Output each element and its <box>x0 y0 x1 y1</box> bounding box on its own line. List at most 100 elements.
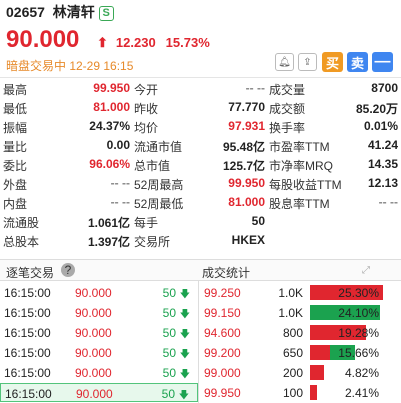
tick-volume: 50 <box>162 346 176 360</box>
tick-row: 16:15:00 90.000 50 🡇 <box>0 283 198 302</box>
tick-time: 16:15:00 <box>4 346 51 360</box>
sell-button[interactable]: 卖 <box>347 52 368 72</box>
tick-volume: 50 <box>162 366 176 380</box>
quote-row: 委比 96.06% 总市值 125.7亿 市净率MRQ 14.35 <box>0 155 401 173</box>
quote-label: 今开 <box>134 83 159 97</box>
quote-label: 总市值 <box>134 159 171 173</box>
tick-price: 90.000 <box>76 387 113 401</box>
quote-value: -- -- <box>378 195 398 209</box>
tick-price: 90.000 <box>75 286 112 300</box>
quote-label: 流通市值 <box>134 140 183 154</box>
down-arrow-icon: 🡇 <box>179 289 190 300</box>
quote-value: -- -- <box>110 176 130 190</box>
alert-bell-icon[interactable]: 🔔︎ <box>275 53 294 71</box>
panel-divider <box>198 281 199 403</box>
ticks-title[interactable]: 逐笔交易 <box>6 264 54 281</box>
s-badge-icon[interactable]: S <box>98 6 114 21</box>
tick-time: 16:15:00 <box>5 387 52 401</box>
tick-volume: 50 <box>161 387 175 401</box>
quote-value: 85.20万 <box>355 102 398 116</box>
quote-value: 81.000 <box>93 100 130 114</box>
tick-price: 90.000 <box>75 306 112 320</box>
tick-row: 16:15:00 90.000 50 🡇 <box>0 343 198 362</box>
stat-row: 99.000 200 4.82% <box>200 363 401 382</box>
down-arrow-icon: 🡇 <box>179 349 190 360</box>
quote-value: 99.950 <box>93 81 130 95</box>
quote-value: 77.770 <box>228 100 265 114</box>
tick-row: 16:15:00 90.000 50 🡇 <box>0 303 198 322</box>
quote-label: 最高 <box>3 83 28 97</box>
quote-value: -- -- <box>245 81 265 95</box>
quote-label: 52周最高 <box>134 178 184 192</box>
change-percent: 15.73% <box>165 35 210 50</box>
quote-label: 成交额 <box>269 102 306 116</box>
stat-row: 94.600 800 19.28% <box>200 323 401 342</box>
stat-percent: 19.28% <box>338 326 379 340</box>
quote-label: 市净率MRQ <box>269 159 333 173</box>
quote-label: 交易所 <box>134 235 171 249</box>
stats-title[interactable]: 成交统计 <box>202 264 250 281</box>
stock-header: 02657 林清轩 S 90.000 ⬆ 12.230 15.73% 暗盘交易中 12… <box>0 0 401 76</box>
divider <box>0 77 401 78</box>
expand-icon[interactable]: ⤢ <box>362 265 370 276</box>
quote-label: 每股收益TTM <box>269 178 342 192</box>
quote-label: 总股本 <box>3 235 40 249</box>
quote-label: 流通股 <box>3 216 40 230</box>
minimize-icon[interactable]: — <box>372 52 393 72</box>
quote-row: 流通股 1.061亿 每手 50 <box>0 212 401 230</box>
stat-price: 99.000 <box>204 366 241 380</box>
down-arrow-icon: 🡇 <box>179 369 190 380</box>
stat-percent: 25.30% <box>338 286 379 300</box>
quote-label: 换手率 <box>269 121 306 135</box>
quote-value: 81.000 <box>228 195 265 209</box>
quote-value: -- -- <box>110 195 130 209</box>
quote-value: 8700 <box>371 81 398 95</box>
quote-label: 量比 <box>3 140 28 154</box>
stat-volume: 100 <box>282 386 303 400</box>
quote-row: 外盘 -- -- 52周最高 99.950 每股收益TTM 12.13 <box>0 174 401 192</box>
last-price: 90.000 <box>6 26 80 53</box>
quote-label: 52周最低 <box>134 197 184 211</box>
quote-label: 振幅 <box>3 121 28 135</box>
quote-value: 0.00 <box>106 138 130 152</box>
stat-row: 99.250 1.0K 25.30% <box>200 283 401 302</box>
tick-row: 16:15:00 90.000 50 🡇 <box>0 363 198 382</box>
quote-label: 股息率TTM <box>269 197 330 211</box>
quote-value: 1.061亿 <box>87 216 130 230</box>
quote-row: 最高 99.950 今开 -- -- 成交量 8700 <box>0 79 401 97</box>
tick-price: 90.000 <box>75 366 112 380</box>
quote-row: 最低 81.000 昨收 77.770 成交额 85.20万 <box>0 98 401 116</box>
quote-value: 24.37% <box>89 119 130 133</box>
info-icon[interactable]: ? <box>61 263 75 277</box>
down-arrow-icon: 🡇 <box>179 329 190 340</box>
quote-value: 1.397亿 <box>87 235 130 249</box>
quote-label: 昨收 <box>134 102 159 116</box>
quote-value: HKEX <box>231 233 265 247</box>
stat-percent: 15.66% <box>338 346 379 360</box>
buy-volume-bar <box>310 345 330 360</box>
quote-value: 95.48亿 <box>222 140 265 154</box>
down-arrow-icon: 🡇 <box>179 309 190 320</box>
quote-value: 125.7亿 <box>222 159 265 173</box>
buy-volume-bar <box>310 365 324 380</box>
quote-label: 均价 <box>134 121 159 135</box>
quote-value: 12.13 <box>367 176 398 190</box>
change-value: 12.230 <box>115 35 156 50</box>
stock-title: 02657 林清轩 S <box>6 2 114 22</box>
quote-row: 量比 0.00 流通市值 95.48亿 市盈率TTM 41.24 <box>0 136 401 154</box>
stat-price: 99.250 <box>204 286 241 300</box>
quote-label: 最低 <box>3 102 28 116</box>
quote-label: 委比 <box>3 159 28 173</box>
quote-label: 外盘 <box>3 178 28 192</box>
quote-value: 50 <box>251 214 265 228</box>
quote-row: 总股本 1.397亿 交易所 HKEX <box>0 231 401 249</box>
share-icon[interactable]: ⇪ <box>298 53 317 71</box>
quote-label: 每手 <box>134 216 159 230</box>
tick-time: 16:15:00 <box>4 306 51 320</box>
stat-price: 99.200 <box>204 346 241 360</box>
quote-label: 市盈率TTM <box>269 140 330 154</box>
price-change: ⬆ 12.230 15.73% <box>97 35 218 51</box>
buy-button[interactable]: 买 <box>322 52 343 72</box>
tick-volume: 50 <box>162 306 176 320</box>
buy-volume-bar <box>310 385 317 400</box>
